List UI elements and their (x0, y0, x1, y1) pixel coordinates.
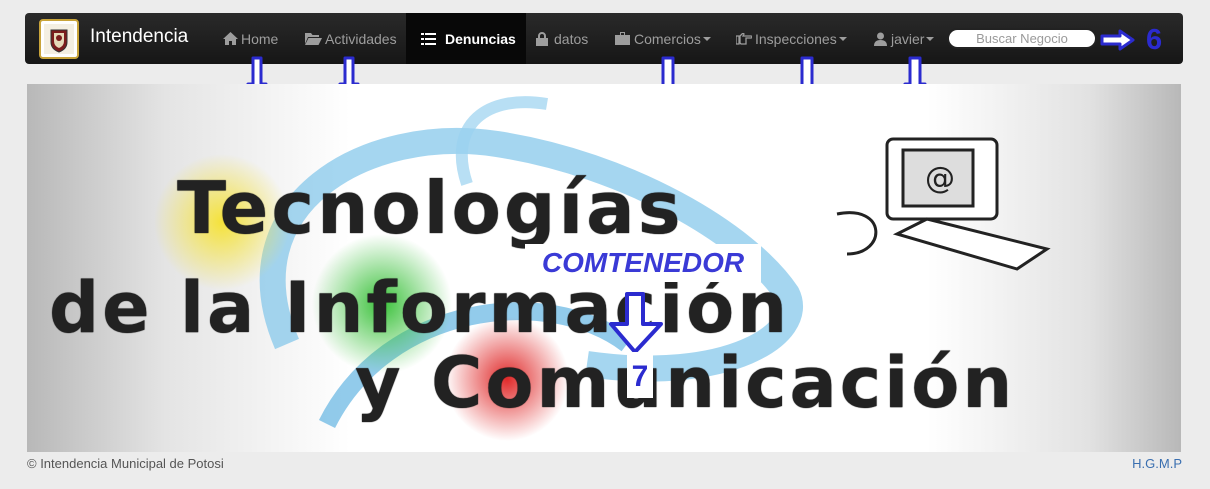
search-business-input[interactable] (947, 28, 1097, 49)
annotation-arrow-right-icon (1100, 29, 1135, 51)
footer-copyright: © Intendencia Municipal de Potosi (27, 456, 224, 471)
nav-denuncias[interactable]: Denuncias (406, 13, 526, 64)
municipal-logo[interactable] (39, 19, 79, 59)
lock-icon (536, 31, 548, 46)
chevron-down-icon (702, 36, 711, 41)
brand-title[interactable]: Intendencia (90, 26, 188, 48)
briefcase-icon (615, 32, 630, 45)
chevron-down-icon (926, 36, 935, 41)
banner-line-1: Tecnologías (177, 166, 684, 250)
top-navbar: Intendencia Home Actividades Denuncias d… (25, 13, 1183, 64)
home-icon (223, 32, 238, 45)
folder-open-icon (305, 33, 322, 45)
nav-home-label: Home (241, 30, 279, 47)
coat-of-arms-icon (44, 24, 74, 54)
nav-inspecciones[interactable]: Inspecciones (736, 13, 847, 64)
nav-user-label: javier (891, 30, 925, 47)
user-icon (874, 32, 887, 46)
annotation-arrow-down-icon (609, 292, 663, 354)
nav-datos[interactable]: datos (536, 13, 588, 64)
nav-actividades-label: Actividades (325, 30, 397, 47)
content-banner: @ Tecnologías de la Información y Comuni… (27, 84, 1181, 452)
list-icon (421, 32, 436, 45)
annotation-number-7: 7 (627, 352, 653, 398)
hand-point-right-icon (736, 32, 752, 45)
chevron-down-icon (838, 36, 847, 41)
annotation-number-6: 6 (1146, 24, 1163, 56)
nav-datos-label: datos (554, 30, 589, 47)
computer-email-icon: @ (836, 137, 1051, 271)
banner-line-3: y Comunicación (355, 342, 1016, 424)
nav-inspecciones-label: Inspecciones (755, 30, 837, 47)
svg-text:@: @ (925, 161, 955, 196)
footer-author-link[interactable]: H.G.M.P (1132, 456, 1182, 471)
nav-denuncias-label: Denuncias (445, 30, 516, 47)
nav-comercios-label: Comercios (634, 30, 701, 47)
content-annotation-label: COMTENEDOR (525, 244, 761, 282)
